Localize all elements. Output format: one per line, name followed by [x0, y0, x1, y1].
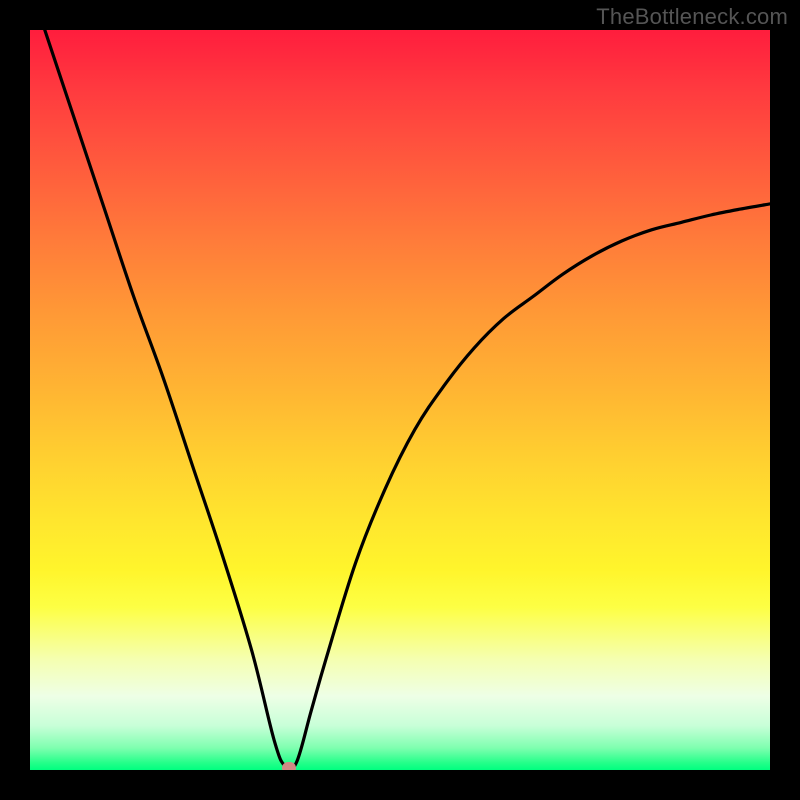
- curve-layer: [30, 30, 770, 770]
- optimal-point-marker: [282, 762, 296, 770]
- watermark-text: TheBottleneck.com: [596, 4, 788, 30]
- plot-area: [30, 30, 770, 770]
- chart-container: TheBottleneck.com: [0, 0, 800, 800]
- bottleneck-curve: [45, 30, 770, 770]
